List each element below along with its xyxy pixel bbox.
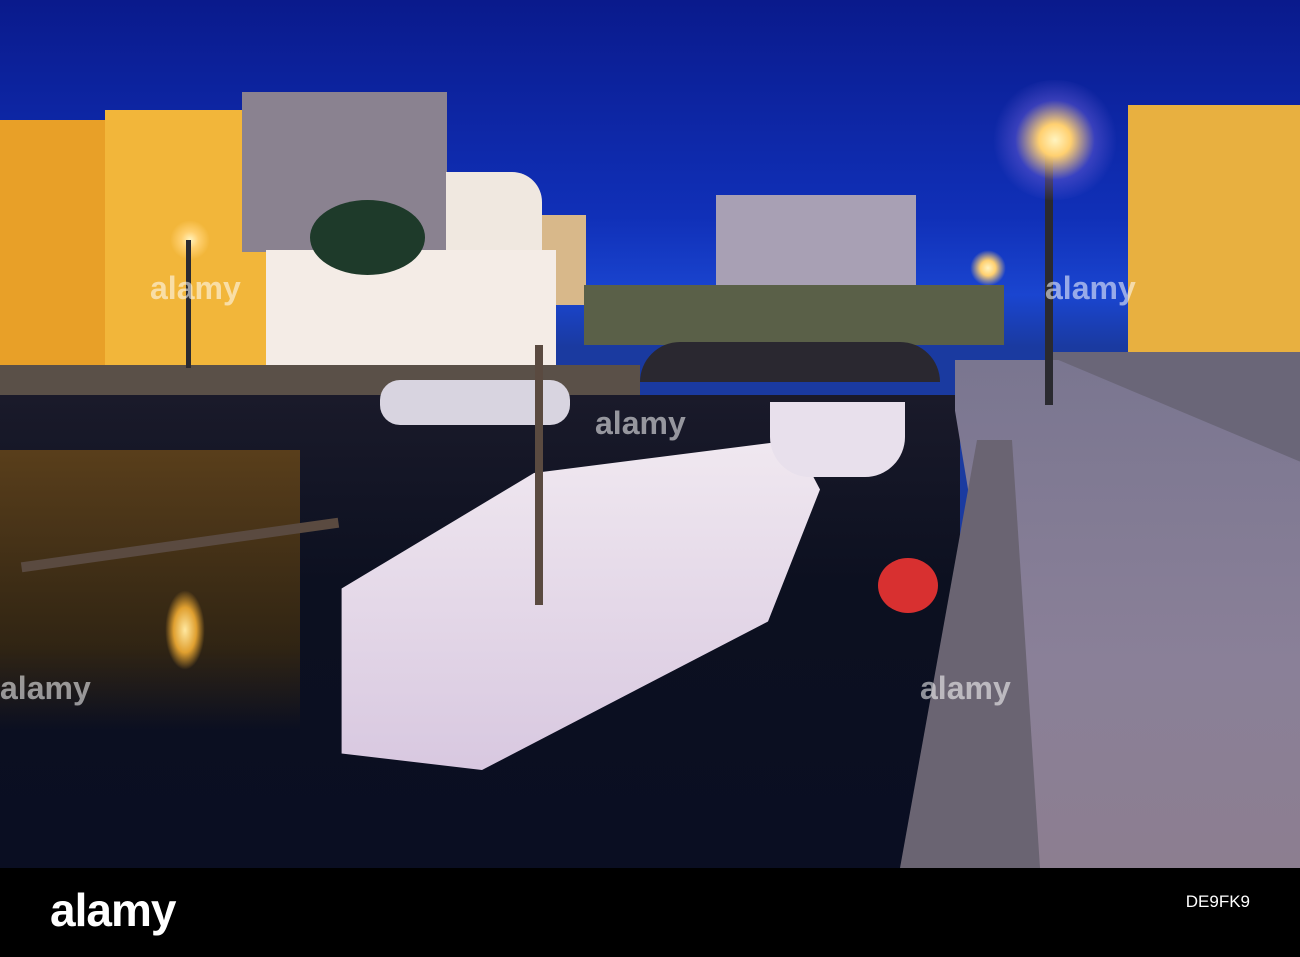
image-id: DE9FK9 [1185, 892, 1250, 911]
tree [310, 200, 425, 275]
white-boat-second [770, 402, 905, 477]
bridge [640, 342, 940, 382]
boat-mast [535, 345, 543, 605]
watermark-text: alamy [1045, 270, 1136, 306]
watermark-text: alamy [150, 270, 241, 306]
white-low-building [266, 250, 556, 368]
alamy-logo: alamy [50, 884, 176, 936]
footer-bar [0, 868, 1300, 957]
red-buoy [878, 558, 938, 613]
yellow-arcade-building [1128, 105, 1300, 375]
yellow-building-left [0, 120, 105, 370]
city-wall [584, 285, 1004, 345]
lamp-reflection [165, 590, 205, 670]
watermark-text: alamy [920, 670, 1011, 706]
photo-scene: alamy alamy alamy alamy alamy [0, 0, 1300, 868]
lamp-glow-right [970, 250, 1006, 286]
castle [716, 195, 916, 295]
watermark-text: alamy [595, 405, 686, 441]
street-lamp-glow [990, 80, 1120, 200]
watermark-text: alamy [0, 670, 91, 706]
